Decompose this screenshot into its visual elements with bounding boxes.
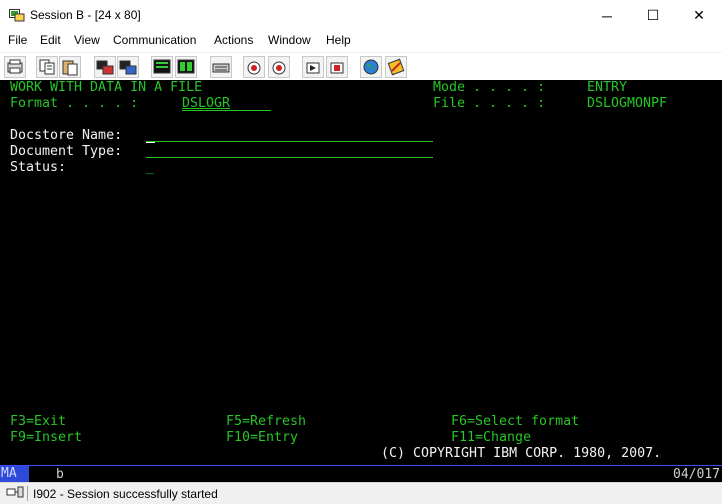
docstore-name-label: Docstore Name: [10,128,123,143]
document-type-input[interactable] [146,157,433,158]
menu-view[interactable]: View [74,33,100,47]
menu-help[interactable]: Help [326,33,351,47]
format-label: Format . . . . : [10,96,139,111]
document-type-label: Document Type: [10,144,123,159]
status-label: Status: [10,160,67,175]
quit-icon[interactable] [326,56,348,78]
cursor-position: 04/017 [673,467,720,482]
oia-session-letter: b [56,467,64,482]
format-underline [182,110,271,111]
f6-key[interactable]: F6=Select format [451,414,579,430]
play-icon[interactable] [268,56,290,78]
print-screen-icon[interactable] [4,56,26,78]
menu-actions[interactable]: Actions [214,33,253,47]
record-icon[interactable] [243,56,265,78]
status-message: I902 - Session successfully started [33,487,218,501]
f5-key[interactable]: F5=Refresh [226,414,306,430]
stop-icon[interactable] [302,56,324,78]
paste-icon[interactable] [59,56,81,78]
docstore-name-input[interactable] [146,141,433,142]
minimize-button[interactable]: ─ [584,0,630,31]
oia-indicator: MA [0,466,29,483]
f3-key[interactable]: F3=Exit [10,414,66,430]
file-value: DSLOGMONPF [587,96,668,111]
receive-icon[interactable] [117,56,139,78]
menu-bar: File Edit View Communication Actions Win… [0,31,722,51]
screen-title: WORK WITH DATA IN A FILE [10,80,203,95]
copy-icon[interactable] [36,56,58,78]
status-bar: I902 - Session successfully started [0,482,722,504]
f9-key[interactable]: F9=Insert [10,430,82,446]
window-title: Session B - [24 x 80] [30,8,141,22]
session-app-icon [9,9,25,22]
close-button[interactable]: ✕ [676,0,722,31]
copyright-text: (C) COPYRIGHT IBM CORP. 1980, 2007. [381,446,662,461]
maximize-button[interactable]: ☐ [630,0,676,31]
menu-file[interactable]: File [8,33,27,47]
macro-icon[interactable] [175,56,197,78]
oia-line: MA b 04/017 [0,465,722,483]
connection-icon [6,486,24,498]
menu-window[interactable]: Window [268,33,311,47]
toolbar [0,52,722,81]
edit-icon[interactable] [385,56,407,78]
status-separator [27,486,28,501]
f11-key[interactable]: F11=Change [451,430,531,446]
f10-key[interactable]: F10=Entry [226,430,298,446]
keyboard-icon[interactable] [210,56,232,78]
title-bar: Session B - [24 x 80] ─ ☐ ✕ [0,0,722,32]
globe-icon[interactable] [360,56,382,78]
status-input[interactable]: _ [146,160,154,176]
send-icon[interactable] [94,56,116,78]
mode-label: Mode . . . . : [433,80,546,95]
mode-value: ENTRY [587,80,628,95]
file-label: File . . . . : [433,96,546,111]
menu-communication[interactable]: Communication [113,33,196,47]
menu-edit[interactable]: Edit [40,33,61,47]
display-icon[interactable] [151,56,173,78]
terminal-screen[interactable]: WORK WITH DATA IN A FILE Mode . . . . : … [0,80,722,465]
